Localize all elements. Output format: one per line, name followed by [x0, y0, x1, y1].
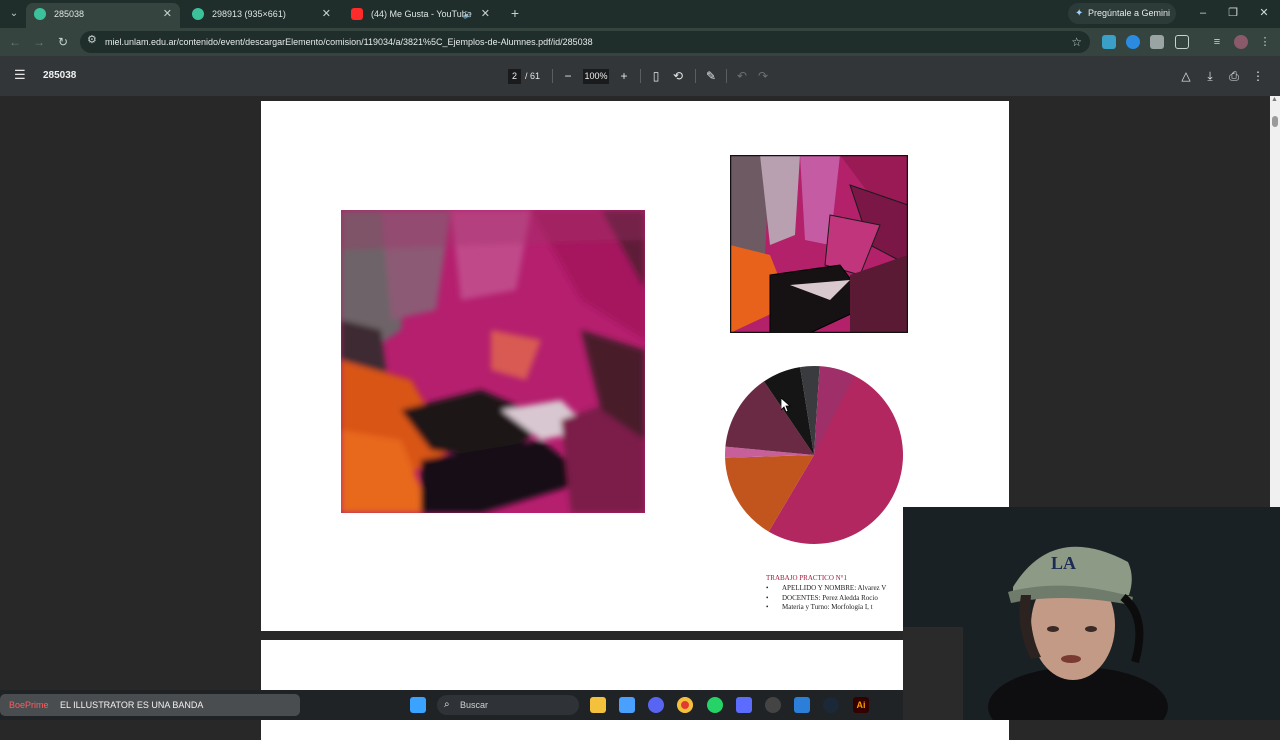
zoom-out-icon[interactable]: − [560, 68, 576, 84]
toolbar-divider [695, 69, 696, 83]
tab-bar: ⌄ 285038 ✕ 298913 (935×661) ✕ (44) Me Gu… [0, 0, 1280, 28]
profile-avatar[interactable] [1234, 35, 1248, 49]
zoom-input[interactable] [583, 69, 609, 84]
download-icon[interactable]: ⤓ [1202, 68, 1218, 84]
chrome-icon[interactable] [677, 697, 693, 713]
extensions-icon[interactable] [1175, 35, 1189, 49]
caption-list: APELLIDO Y NOMBRE: Alvarez V DOCENTES: P… [766, 584, 926, 613]
tab-285038[interactable]: 285038 ✕ [26, 3, 180, 28]
scroll-up-arrow-icon[interactable]: ▲ [1271, 96, 1278, 103]
fit-page-icon[interactable]: ▯ [648, 68, 664, 84]
ask-gemini-button[interactable]: ✦ Pregúntale a Gemini [1068, 3, 1176, 24]
whatsapp-icon[interactable] [707, 697, 723, 713]
pdf-toolbar: ☰ 285038 / 61 − + ▯ ⟲ ✎ ↶ ↷ △ ⤓ ⎙ ⋮ [0, 56, 1280, 96]
undo-icon[interactable]: ↶ [734, 68, 750, 84]
discord-icon[interactable] [648, 697, 664, 713]
page-number-input[interactable] [508, 69, 521, 84]
minimize-button[interactable]: – [1193, 4, 1213, 22]
windows-start-icon[interactable] [410, 697, 426, 713]
chat-username: BoePrime [9, 700, 49, 710]
mouse-cursor-icon [781, 398, 791, 412]
caption-title: TRABAJO PRACTICO N°1 [766, 574, 847, 582]
speaker-icon[interactable]: 🔈 [463, 3, 474, 25]
print-icon[interactable]: ⎙ [1226, 68, 1242, 84]
pdf-title: 285038 [43, 70, 77, 81]
address-row: ← → ↻ ⚙ miel.unlam.edu.ar/contenido/even… [0, 28, 1280, 56]
extension-translate-icon[interactable] [1102, 35, 1116, 49]
annotate-icon[interactable]: ✎ [703, 68, 719, 84]
tab-youtube[interactable]: (44) Me Gusta - YouTube 🔈 ✕ [343, 3, 498, 28]
back-button[interactable]: ← [6, 33, 24, 51]
pdf-page: TRABAJO PRACTICO N°1 APELLIDO Y NOMBRE: … [261, 101, 1009, 631]
app-game-icon[interactable] [765, 697, 781, 713]
extension-blue-icon[interactable] [1126, 35, 1140, 49]
browser-menu-icon[interactable]: ⋮ [1258, 35, 1272, 49]
document-caption: TRABAJO PRACTICO N°1 APELLIDO Y NOMBRE: … [766, 574, 926, 613]
webcam-overlay: LA [903, 507, 1280, 720]
svg-text:LA: LA [1051, 553, 1076, 573]
close-icon[interactable]: ✕ [163, 3, 172, 25]
youtube-favicon-icon [351, 8, 363, 20]
abstract-artwork-small [730, 155, 908, 333]
close-window-button[interactable]: ✕ [1254, 4, 1274, 22]
abstract-artwork-large [341, 210, 645, 513]
tab-title: (44) Me Gusta - YouTube [371, 9, 472, 19]
app-diamond-icon[interactable] [736, 697, 752, 713]
file-explorer-icon[interactable] [590, 697, 606, 713]
rotate-icon[interactable]: ⟲ [670, 68, 686, 84]
extension-puzzle-icon[interactable] [1150, 35, 1164, 49]
new-tab-button[interactable]: + [506, 4, 524, 22]
pie-slices [725, 366, 903, 544]
search-icon: ⌕ [444, 699, 450, 710]
favicon-icon [34, 8, 46, 20]
toolbar-divider [552, 69, 553, 83]
caption-item-name: APELLIDO Y NOMBRE: Alvarez V [766, 584, 926, 594]
taskbar-search[interactable]: ⌕ Buscar [437, 695, 579, 715]
chat-message: EL ILLUSTRATOR ES UNA BANDA [60, 700, 204, 710]
restore-button[interactable]: ❐ [1223, 4, 1243, 22]
scrollbar-thumb[interactable] [1272, 116, 1278, 127]
drive-save-icon[interactable]: △ [1178, 68, 1194, 84]
forward-button[interactable]: → [30, 33, 48, 51]
tab-298913[interactable]: 298913 (935×661) ✕ [184, 3, 339, 28]
tab-title: 298913 (935×661) [212, 9, 286, 19]
streamer-webcam-image: LA [903, 507, 1280, 720]
reading-list-icon[interactable]: ≡ [1210, 35, 1224, 49]
bookmark-star-icon[interactable]: ☆ [1071, 31, 1082, 53]
favicon-icon [192, 8, 204, 20]
gemini-label: Pregúntale a Gemini [1088, 8, 1171, 18]
menu-icon[interactable]: ☰ [14, 67, 26, 83]
gemini-spark-icon: ✦ [1075, 8, 1084, 19]
redo-icon[interactable]: ↷ [755, 68, 771, 84]
illustrator-icon[interactable]: Ai [853, 697, 869, 713]
toolbar-divider [726, 69, 727, 83]
color-pie-chart [725, 366, 903, 544]
more-options-icon[interactable]: ⋮ [1250, 68, 1266, 84]
caption-item-subject: Materia y Turno: Morfología I, t [766, 603, 926, 613]
search-placeholder: Buscar [460, 700, 489, 710]
page-total: / 61 [525, 71, 541, 81]
tab-search-icon[interactable]: ⌄ [5, 5, 23, 23]
tab-title: 285038 [54, 9, 85, 19]
zoom-in-icon[interactable]: + [616, 68, 632, 84]
caption-item-teachers: DOCENTES: Perez Aledda Rocio [766, 594, 926, 604]
toolbar-divider [640, 69, 641, 83]
address-bar[interactable]: ⚙ miel.unlam.edu.ar/contenido/event/desc… [80, 31, 1090, 53]
url-text[interactable]: miel.unlam.edu.ar/contenido/event/descar… [105, 31, 593, 53]
chat-message-banner: BoePrime EL ILLUSTRATOR ES UNA BANDA [0, 694, 300, 716]
steam-icon[interactable] [823, 697, 839, 713]
close-icon[interactable]: ✕ [322, 3, 331, 25]
site-info-icon[interactable]: ⚙ [87, 33, 97, 46]
reload-button[interactable]: ↻ [54, 33, 72, 51]
close-icon[interactable]: ✕ [481, 3, 490, 25]
store-icon[interactable] [794, 697, 810, 713]
notepad-icon[interactable] [619, 697, 635, 713]
